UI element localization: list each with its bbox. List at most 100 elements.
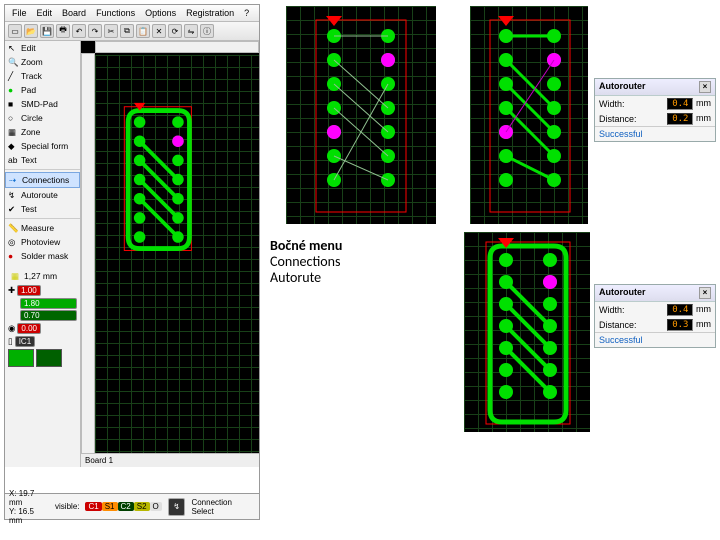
- grid-icon: ▦: [11, 271, 21, 281]
- sidebar-item-pad[interactable]: ●Pad: [5, 83, 80, 97]
- sidebar-item-autoroute[interactable]: ↯Autoroute: [5, 188, 80, 202]
- status-y: Y: 16.5 mm: [9, 507, 49, 525]
- cross-icon: ✚: [8, 285, 15, 296]
- tb-print[interactable]: 🖶: [56, 24, 70, 38]
- menubar: File Edit Board Functions Options Regist…: [5, 5, 259, 22]
- autorouter-dialog-1: Autorouter× Width:0.4 mm Distance:0.2 mm…: [594, 78, 716, 142]
- canvas-grid: [95, 55, 259, 467]
- swatch-green-dark[interactable]: [36, 349, 62, 367]
- board-canvas[interactable]: Board 1: [81, 41, 259, 467]
- distance-unit: mm: [696, 319, 711, 329]
- distance-unit: mm: [696, 113, 711, 123]
- preview-airwires: [286, 6, 436, 224]
- tab-board1[interactable]: Board 1: [85, 456, 113, 465]
- menu-file[interactable]: File: [9, 7, 30, 19]
- tb-mirror[interactable]: ⇋: [184, 24, 198, 38]
- tb-info[interactable]: ⓘ: [200, 24, 214, 38]
- zone-icon: ▦: [8, 127, 18, 137]
- sidebar-item-label: Text: [21, 155, 37, 165]
- photoview-icon: ◎: [8, 237, 18, 247]
- sidebar-item-soldermask[interactable]: ●Solder mask: [5, 249, 80, 263]
- connections-icon: ⇢: [9, 175, 19, 185]
- readout-3: 0.70: [20, 310, 77, 321]
- sidebar-item-text[interactable]: abText: [5, 153, 80, 167]
- status-toggle[interactable]: ↯: [168, 498, 186, 516]
- sidebar-item-track[interactable]: ╱Track: [5, 69, 80, 83]
- sidebar-item-photoview[interactable]: ◎Photoview: [5, 235, 80, 249]
- readout-4: 0.00: [17, 323, 41, 334]
- tb-cut[interactable]: ✂: [104, 24, 118, 38]
- chip-c1[interactable]: C1: [85, 502, 101, 511]
- sidebar-item-zoom[interactable]: 🔍Zoom: [5, 55, 80, 69]
- width-label: Width:: [599, 99, 625, 109]
- swatch-green-light[interactable]: [8, 349, 34, 367]
- distance-input[interactable]: 0.2: [667, 113, 693, 125]
- menu-registration[interactable]: Registration: [183, 7, 237, 19]
- sidebar-item-label: Measure: [21, 223, 54, 233]
- sidebar-item-edit[interactable]: ↖Edit: [5, 41, 80, 55]
- sidebar-item-connections[interactable]: ⇢Connections: [5, 172, 80, 188]
- sidebar-item-test[interactable]: ✔Test: [5, 202, 80, 216]
- chip-s2[interactable]: S2: [134, 502, 150, 511]
- tb-open[interactable]: 📂: [24, 24, 38, 38]
- sidebar-item-zone[interactable]: ▦Zone: [5, 125, 80, 139]
- autorouter-dialog-2: Autorouter× Width:0.4 mm Distance:0.3 mm…: [594, 284, 716, 348]
- tb-copy[interactable]: ⧉: [120, 24, 134, 38]
- dialog-status: Successful: [595, 332, 715, 347]
- circle-icon: ○: [8, 113, 18, 123]
- special-icon: ◆: [8, 141, 18, 151]
- menu-options[interactable]: Options: [142, 7, 179, 19]
- menu-help[interactable]: ?: [241, 7, 252, 19]
- grid-size[interactable]: ▦1,27 mm: [8, 269, 77, 283]
- cursor-icon: ↖: [8, 43, 18, 53]
- sidebar-item-label: Circle: [21, 113, 43, 123]
- track-icon: ╱: [8, 71, 18, 81]
- annotation-line3: Autorute: [270, 270, 342, 286]
- sidebar-item-circle[interactable]: ○Circle: [5, 111, 80, 125]
- width-input[interactable]: 0.4: [667, 304, 693, 316]
- ruler-horizontal: [95, 41, 259, 53]
- zoom-icon: 🔍: [8, 57, 18, 67]
- tb-paste[interactable]: 📋: [136, 24, 150, 38]
- menu-board[interactable]: Board: [59, 7, 89, 19]
- status-mode: Connection Select: [191, 498, 255, 516]
- sidebar-item-label: Zone: [21, 127, 40, 137]
- sidebar-item-label: Connections: [22, 175, 69, 185]
- dialog-title: Autorouter: [599, 287, 646, 299]
- chip-o[interactable]: O: [150, 502, 162, 511]
- tb-delete[interactable]: ✕: [152, 24, 166, 38]
- sidebar-item-label: Test: [21, 204, 37, 214]
- dialog-close-icon[interactable]: ×: [699, 81, 711, 93]
- autoroute-icon: ↯: [8, 190, 18, 200]
- layer-chips: C1S1C2S2O: [85, 502, 161, 511]
- ruler-vertical: [81, 53, 95, 455]
- distance-input[interactable]: 0.3: [667, 319, 693, 331]
- toolbar: ▭ 📂 💾 🖶 ↶ ↷ ✂ ⧉ 📋 ✕ ⟳ ⇋ ⓘ: [5, 22, 259, 41]
- sidebar-item-smd[interactable]: ■SMD-Pad: [5, 97, 80, 111]
- sidebar: ↖Edit 🔍Zoom ╱Track ●Pad ■SMD-Pad ○Circle…: [5, 41, 81, 467]
- ic-icon: ▯: [8, 336, 13, 347]
- tb-undo[interactable]: ↶: [72, 24, 86, 38]
- readout-5: IC1: [15, 336, 35, 347]
- width-unit: mm: [696, 98, 711, 108]
- measure-icon: 📏: [8, 223, 18, 233]
- tab-bar: Board 1: [81, 453, 259, 467]
- annotation-text: Bočné menu Connections Autorute: [270, 238, 342, 286]
- menu-functions[interactable]: Functions: [93, 7, 138, 19]
- sidebar-item-label: Special form: [21, 141, 68, 151]
- color-swatches: [8, 349, 77, 367]
- tb-new[interactable]: ▭: [8, 24, 22, 38]
- pcb-app-window: File Edit Board Functions Options Regist…: [4, 4, 260, 494]
- sidebar-item-measure[interactable]: 📏Measure: [5, 221, 80, 235]
- tb-save[interactable]: 💾: [40, 24, 54, 38]
- tb-redo[interactable]: ↷: [88, 24, 102, 38]
- dialog-close-icon[interactable]: ×: [699, 287, 711, 299]
- menu-edit[interactable]: Edit: [34, 7, 56, 19]
- sidebar-item-special[interactable]: ◆Special form: [5, 139, 80, 153]
- chip-s1[interactable]: S1: [102, 502, 118, 511]
- chip-c2[interactable]: C2: [118, 502, 134, 511]
- tb-rotate[interactable]: ⟳: [168, 24, 182, 38]
- width-input[interactable]: 0.4: [667, 98, 693, 110]
- sidebar-item-label: Autoroute: [21, 190, 58, 200]
- distance-label: Distance:: [599, 114, 637, 124]
